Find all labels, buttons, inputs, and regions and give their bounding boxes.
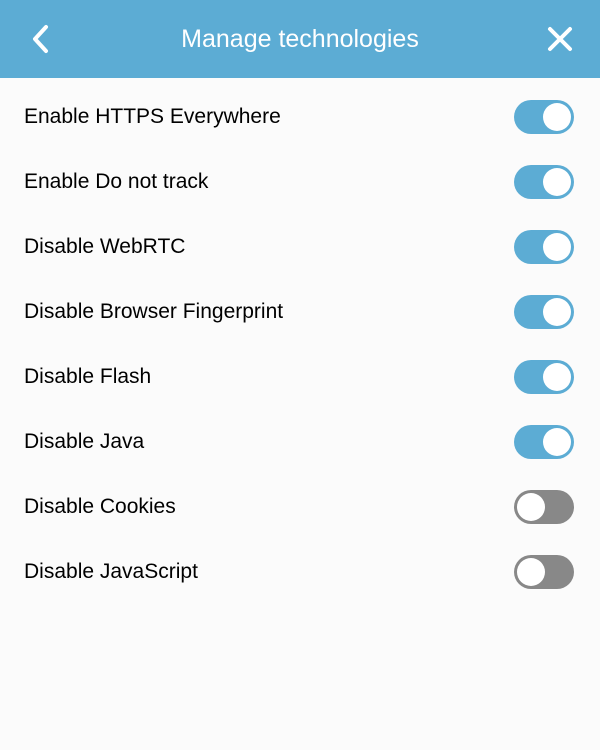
toggle-knob bbox=[543, 103, 571, 131]
setting-row-webrtc: Disable WebRTC bbox=[0, 214, 600, 279]
setting-label: Disable Browser Fingerprint bbox=[24, 300, 283, 324]
setting-row-https-everywhere: Enable HTTPS Everywhere bbox=[0, 84, 600, 149]
toggle-knob bbox=[543, 233, 571, 261]
setting-label: Disable Cookies bbox=[24, 495, 176, 519]
close-icon bbox=[547, 26, 573, 52]
setting-row-flash: Disable Flash bbox=[0, 344, 600, 409]
toggle-knob bbox=[543, 363, 571, 391]
toggle-cookies[interactable] bbox=[514, 490, 574, 524]
toggle-knob bbox=[543, 168, 571, 196]
back-button[interactable] bbox=[20, 19, 60, 59]
setting-label: Disable WebRTC bbox=[24, 235, 185, 259]
setting-row-javascript: Disable JavaScript bbox=[0, 539, 600, 604]
toggle-knob bbox=[517, 493, 545, 521]
toggle-do-not-track[interactable] bbox=[514, 165, 574, 199]
toggle-knob bbox=[543, 428, 571, 456]
chevron-left-icon bbox=[31, 24, 49, 54]
setting-row-cookies: Disable Cookies bbox=[0, 474, 600, 539]
setting-row-fingerprint: Disable Browser Fingerprint bbox=[0, 279, 600, 344]
setting-row-do-not-track: Enable Do not track bbox=[0, 149, 600, 214]
toggle-fingerprint[interactable] bbox=[514, 295, 574, 329]
toggle-webrtc[interactable] bbox=[514, 230, 574, 264]
toggle-flash[interactable] bbox=[514, 360, 574, 394]
setting-label: Disable Java bbox=[24, 430, 144, 454]
setting-label: Enable HTTPS Everywhere bbox=[24, 105, 281, 129]
setting-label: Disable JavaScript bbox=[24, 560, 198, 584]
header: Manage technologies bbox=[0, 0, 600, 78]
toggle-knob bbox=[517, 558, 545, 586]
setting-label: Enable Do not track bbox=[24, 170, 208, 194]
setting-row-java: Disable Java bbox=[0, 409, 600, 474]
settings-list: Enable HTTPS Everywhere Enable Do not tr… bbox=[0, 78, 600, 610]
toggle-javascript[interactable] bbox=[514, 555, 574, 589]
toggle-java[interactable] bbox=[514, 425, 574, 459]
setting-label: Disable Flash bbox=[24, 365, 151, 389]
page-title: Manage technologies bbox=[60, 25, 540, 54]
close-button[interactable] bbox=[540, 19, 580, 59]
toggle-https-everywhere[interactable] bbox=[514, 100, 574, 134]
toggle-knob bbox=[543, 298, 571, 326]
